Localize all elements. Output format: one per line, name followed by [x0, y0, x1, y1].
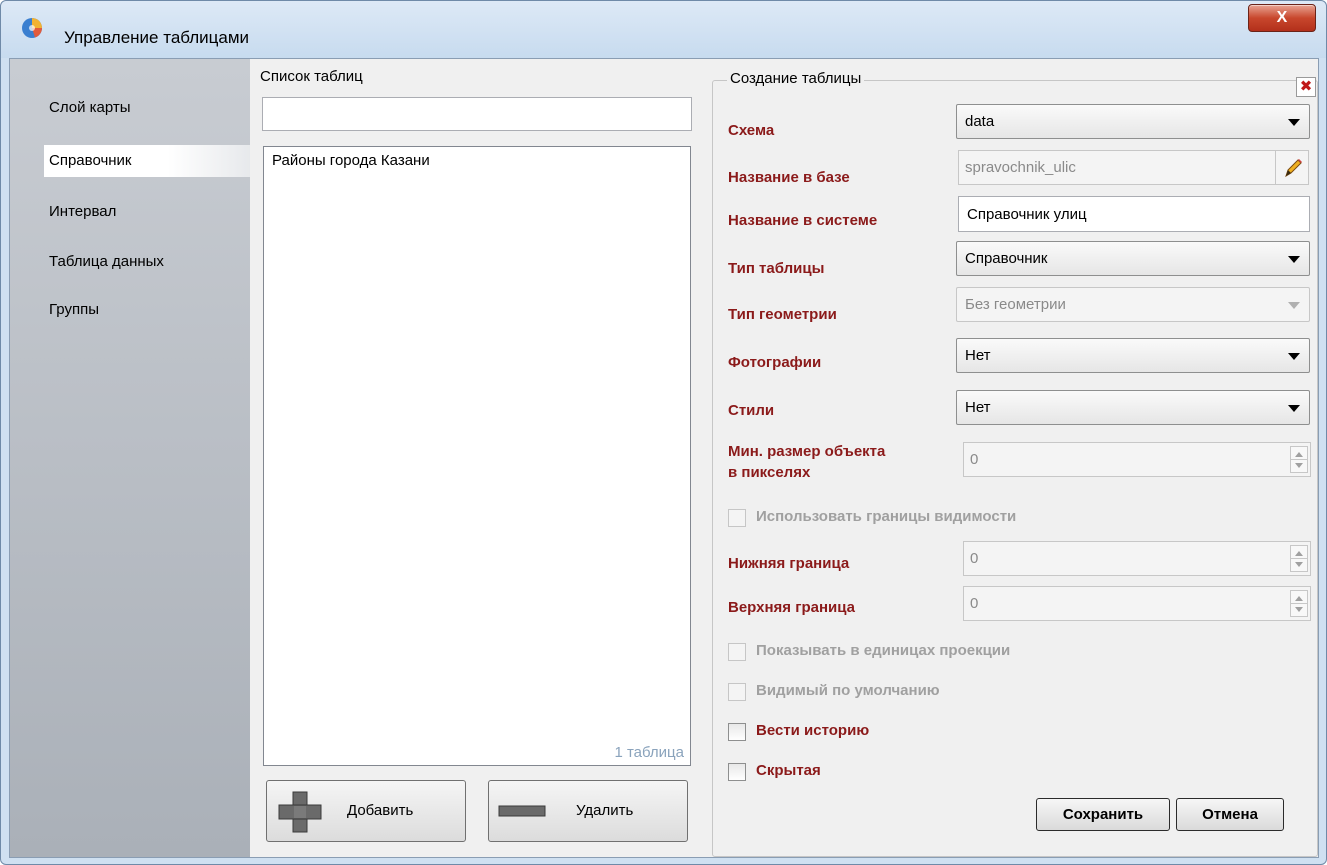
plus-icon: [278, 791, 322, 833]
table-type-value: Справочник: [965, 250, 1048, 267]
cancel-button[interactable]: Отмена: [1176, 798, 1284, 831]
styles-value: Нет: [965, 399, 991, 416]
save-button[interactable]: Сохранить: [1036, 798, 1170, 831]
sidebar-item-map-layer[interactable]: Слой карты: [46, 92, 131, 124]
upper-bound-stepper: 0: [963, 586, 1311, 621]
upper-bound-label: Верхняя граница: [728, 599, 855, 616]
window-close-button[interactable]: X: [1248, 4, 1316, 32]
db-name-input: spravochnik_ulic: [958, 150, 1309, 185]
min-size-label-line1: Мин. размер объекта: [728, 443, 886, 460]
spinner-arrows-icon: [1290, 446, 1308, 473]
visible-default-label: Видимый по умолчанию: [756, 682, 940, 699]
photos-select[interactable]: Нет: [956, 338, 1310, 373]
checkbox-box: [728, 683, 746, 701]
schema-label: Схема: [728, 122, 775, 139]
table-list-title: Список таблиц: [260, 68, 363, 85]
schema-select[interactable]: data: [956, 104, 1310, 139]
create-table-title: Создание таблицы: [727, 70, 865, 87]
edit-db-name-button[interactable]: [1275, 151, 1308, 184]
close-icon: ✖: [1299, 78, 1313, 95]
chevron-down-icon: [1288, 119, 1300, 126]
spinner-arrows-icon: [1290, 545, 1308, 572]
geometry-type-label: Тип геометрии: [728, 306, 837, 323]
checkbox-box: [728, 509, 746, 527]
hidden-label: Скрытая: [756, 762, 821, 779]
minus-icon: [498, 805, 546, 817]
title-bar: Управление таблицами X: [1, 1, 1326, 58]
db-name-value: spravochnik_ulic: [965, 159, 1076, 176]
projection-units-label: Показывать в единицах проекции: [756, 642, 1011, 659]
min-size-stepper: 0: [963, 442, 1311, 477]
photos-label: Фотографии: [728, 354, 822, 371]
min-size-label-line2: в пикселях: [728, 464, 811, 481]
chevron-down-icon: [1288, 353, 1300, 360]
delete-table-button[interactable]: Удалить: [488, 780, 688, 842]
styles-label: Стили: [728, 402, 775, 419]
sidebar-item-reference[interactable]: Справочник: [44, 145, 250, 177]
spinner-arrows-icon: [1290, 590, 1308, 617]
app-globe-icon: [22, 18, 42, 38]
window-title: Управление таблицами: [64, 28, 250, 47]
table-listbox[interactable]: Районы города Казани 1 таблица: [263, 146, 691, 766]
dialog-client-area: Слой карты Справочник Интервал Таблица д…: [9, 58, 1319, 858]
use-visibility-label: Использовать границы видимости: [756, 508, 1017, 525]
chevron-down-icon: [1288, 256, 1300, 263]
sidebar-item-interval[interactable]: Интервал: [46, 196, 116, 228]
lower-bound-value: 0: [970, 550, 979, 567]
delete-button-label: Удалить: [576, 802, 634, 819]
system-name-label: Название в системе: [728, 212, 878, 229]
dialog-window: Управление таблицами X Слой карты Справо…: [0, 0, 1327, 865]
close-panel-button[interactable]: ✖: [1296, 77, 1316, 97]
sidebar-item-groups[interactable]: Группы: [46, 294, 99, 326]
add-button-label: Добавить: [347, 802, 414, 819]
sidebar: Слой карты Справочник Интервал Таблица д…: [10, 59, 250, 857]
keep-history-label: Вести историю: [756, 722, 870, 739]
checkbox-box[interactable]: [728, 723, 746, 741]
lower-bound-stepper: 0: [963, 541, 1311, 576]
pencil-icon: [1285, 159, 1302, 178]
checkbox-box[interactable]: [728, 763, 746, 781]
geometry-type-value: Без геометрии: [965, 296, 1066, 313]
table-count-label: 1 таблица: [614, 744, 684, 761]
schema-value: data: [965, 113, 995, 130]
lower-bound-label: Нижняя граница: [728, 555, 850, 572]
table-type-select[interactable]: Справочник: [956, 241, 1310, 276]
min-size-value: 0: [970, 451, 979, 468]
photos-value: Нет: [965, 347, 991, 364]
sidebar-item-data-table[interactable]: Таблица данных: [46, 246, 164, 278]
add-table-button[interactable]: Добавить: [266, 780, 466, 842]
system-name-input[interactable]: [958, 196, 1310, 232]
checkbox-box: [728, 643, 746, 661]
geometry-type-select: Без геометрии: [956, 287, 1310, 322]
db-name-label: Название в базе: [728, 169, 850, 186]
table-search-input[interactable]: [262, 97, 692, 131]
table-type-label: Тип таблицы: [728, 260, 825, 277]
list-item[interactable]: Районы города Казани: [272, 152, 430, 169]
upper-bound-value: 0: [970, 595, 979, 612]
chevron-down-icon: [1288, 302, 1300, 309]
styles-select[interactable]: Нет: [956, 390, 1310, 425]
chevron-down-icon: [1288, 405, 1300, 412]
